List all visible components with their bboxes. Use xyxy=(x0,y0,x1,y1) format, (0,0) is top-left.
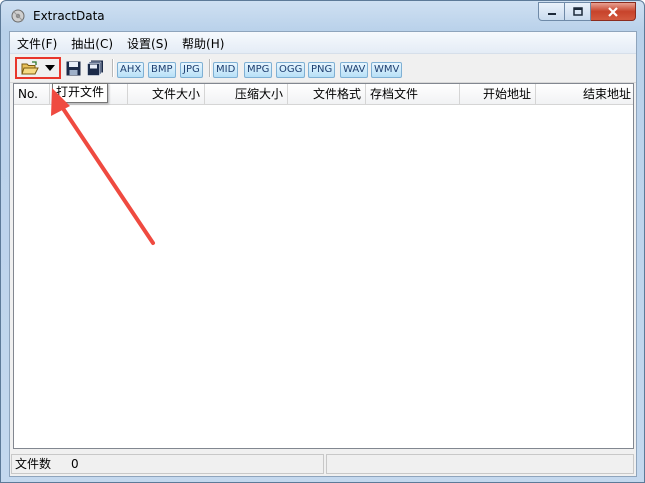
format-ogg-button[interactable]: OGG xyxy=(276,62,306,78)
title-bar[interactable]: ExtractData xyxy=(1,1,644,31)
window-title: ExtractData xyxy=(33,9,105,23)
minimize-icon xyxy=(547,12,556,15)
format-mpg-button[interactable]: MPG xyxy=(244,62,273,78)
format-wmv-button[interactable]: WMV xyxy=(371,62,403,78)
save-button[interactable] xyxy=(64,59,82,77)
close-button[interactable] xyxy=(591,2,636,21)
open-dropdown-button[interactable] xyxy=(43,59,57,77)
save-all-icon xyxy=(86,60,103,76)
column-header-archive-file[interactable]: 存档文件 xyxy=(366,84,460,104)
column-header-compressed-size[interactable]: 压缩大小 xyxy=(205,84,288,104)
save-icon xyxy=(66,61,80,75)
app-icon xyxy=(11,9,25,23)
menu-bar: 文件(F) 抽出(C) 设置(S) 帮助(H) xyxy=(10,32,636,54)
column-header-file-size[interactable]: 文件大小 xyxy=(128,84,205,104)
minimize-button[interactable] xyxy=(538,2,565,21)
status-pane-secondary xyxy=(326,454,634,474)
menu-extract[interactable]: 抽出(C) xyxy=(64,32,120,53)
menu-file[interactable]: 文件(F) xyxy=(10,32,64,53)
format-wav-button[interactable]: WAV xyxy=(340,62,369,78)
format-bmp-button[interactable]: BMP xyxy=(148,62,176,78)
file-list[interactable]: No. 文件名 文件大小 压缩大小 文件格式 存档文件 开始地址 结束地址 xyxy=(13,83,634,449)
caption-buttons xyxy=(538,2,636,22)
status-pane-count: 文件数 0 xyxy=(11,454,324,474)
maximize-icon xyxy=(572,7,583,16)
application-window: ExtractData 文件(F) 抽出(C) 设置(S) 帮助(H) AHX … xyxy=(0,0,645,483)
open-file-tooltip: 打开文件 xyxy=(52,83,109,103)
format-png-button[interactable]: PNG xyxy=(308,62,336,78)
column-header-file-format[interactable]: 文件格式 xyxy=(288,84,366,104)
status-bar: 文件数 0 xyxy=(10,452,636,476)
format-jpg-button[interactable]: JPG xyxy=(180,62,203,78)
menu-settings[interactable]: 设置(S) xyxy=(120,32,175,53)
toolbar-separator xyxy=(209,59,211,77)
format-ahx-button[interactable]: AHX xyxy=(117,62,145,78)
file-count-label: 文件数 xyxy=(15,457,52,471)
close-icon xyxy=(608,6,618,17)
maximize-button[interactable] xyxy=(565,2,591,21)
column-header-start-address[interactable]: 开始地址 xyxy=(460,84,536,104)
open-button[interactable] xyxy=(19,59,41,77)
column-header-end-address[interactable]: 结束地址 xyxy=(536,84,635,104)
menu-help[interactable]: 帮助(H) xyxy=(175,32,231,53)
save-all-button[interactable] xyxy=(85,59,105,77)
file-count-value: 0 xyxy=(71,457,79,471)
format-mid-button[interactable]: MID xyxy=(213,62,239,78)
dropdown-arrow-icon xyxy=(45,65,55,71)
open-folder-icon xyxy=(21,60,39,74)
column-header-no[interactable]: No. xyxy=(14,84,50,104)
toolbar-separator xyxy=(112,59,114,77)
toolbar: AHX BMP JPG MID MPG OGG PNG WAV WMV xyxy=(10,54,636,83)
